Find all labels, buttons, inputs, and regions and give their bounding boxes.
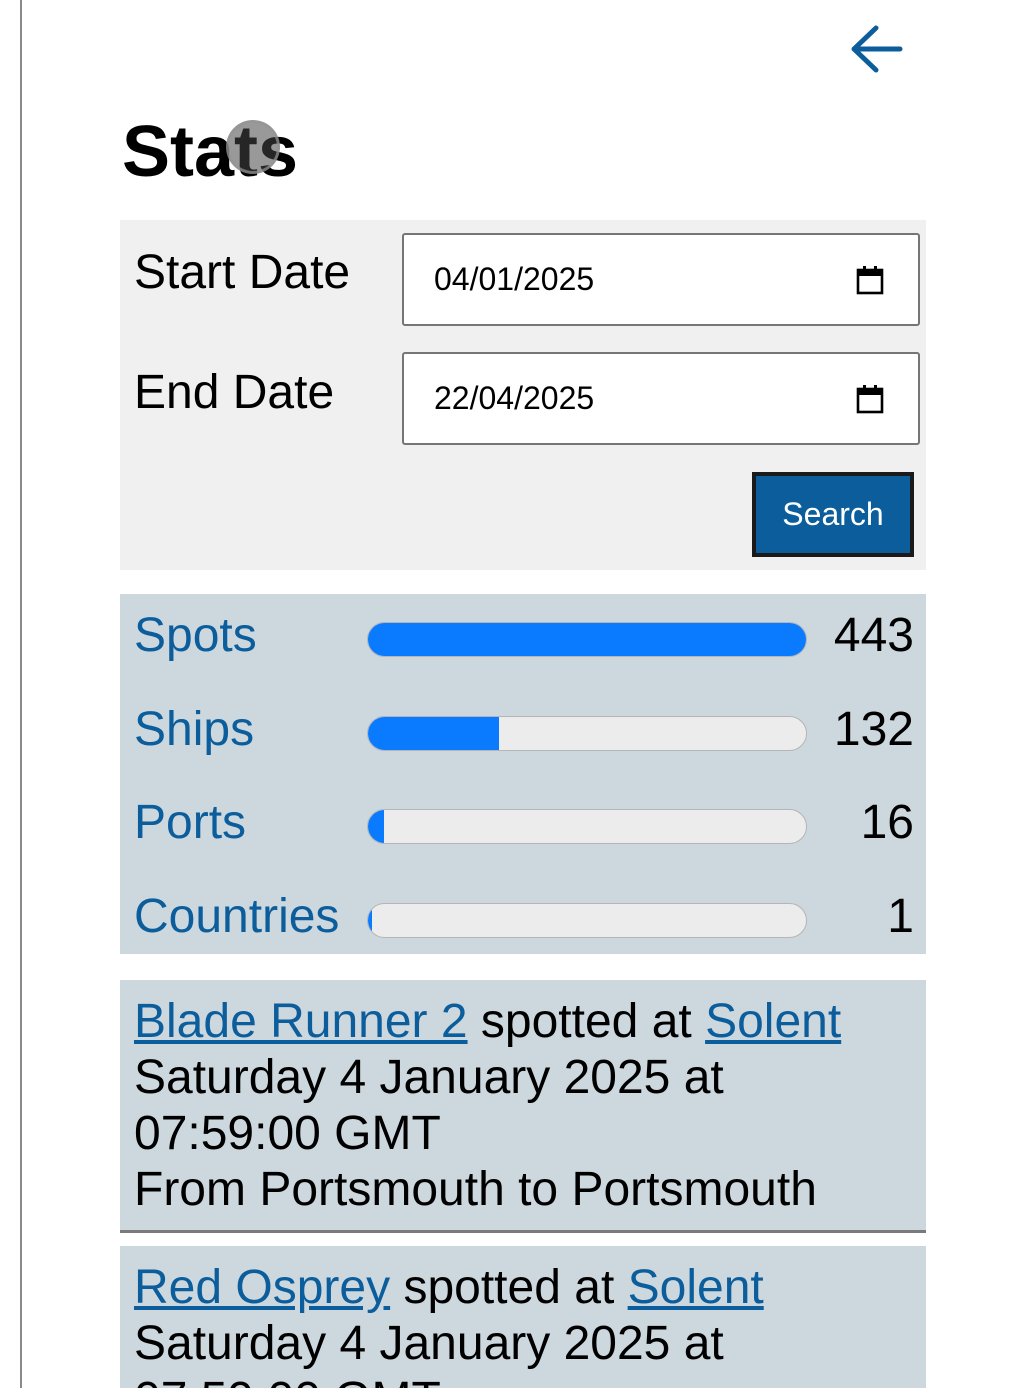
spot-headline: Blade Runner 2 spotted at Solent: [134, 994, 912, 1050]
stat-bar-spots: [367, 622, 807, 657]
back-button[interactable]: [840, 14, 910, 84]
stat-value-ships: 132: [833, 703, 914, 756]
left-border: [20, 0, 22, 1388]
calendar-icon[interactable]: [840, 265, 900, 295]
stat-bar-ships: [367, 716, 807, 751]
date-filter-panel: Start Date 04/01/2025 End Date 22/04/202…: [120, 220, 926, 570]
spot-headline: Red Osprey spotted at Solent: [134, 1260, 912, 1316]
search-button[interactable]: Search: [752, 472, 914, 557]
spot-route: From Portsmouth to Portsmouth: [134, 1163, 817, 1216]
stat-bar-fill: [368, 717, 499, 750]
spot-time: 07:59:00 GMT: [134, 1107, 441, 1160]
stats-page: Stats Start Date 04/01/2025 End Date 22/…: [0, 0, 1020, 1388]
stat-bar-ports: [367, 809, 807, 844]
stat-bar-fill: [368, 810, 384, 843]
end-date-value: 22/04/2025: [434, 380, 595, 416]
stat-value-ports: 16: [860, 796, 914, 849]
stat-label-ships[interactable]: Ships: [134, 702, 254, 758]
stat-bar-countries: [367, 903, 807, 938]
stat-bar-fill: [368, 904, 372, 937]
spot-date: Saturday 4 January 2025 at: [134, 1317, 724, 1370]
stat-row-spots: Spots 443: [120, 600, 926, 670]
stat-bar-fill: [368, 623, 806, 656]
spot-card: Red Osprey spotted at Solent Saturday 4 …: [120, 1246, 926, 1388]
spot-card: Blade Runner 2 spotted at Solent Saturda…: [120, 980, 926, 1233]
stat-label-spots[interactable]: Spots: [134, 608, 257, 664]
spot-time: 07:59:00 GMT: [134, 1372, 912, 1388]
spot-connector: spotted at: [403, 1261, 615, 1314]
start-date-label: Start Date: [134, 246, 351, 299]
stat-row-ships: Ships 132: [120, 694, 926, 764]
location-link[interactable]: Solent: [628, 1261, 764, 1314]
stat-value-countries: 1: [887, 890, 914, 943]
stat-label-ports[interactable]: Ports: [134, 795, 246, 851]
start-date-input[interactable]: 04/01/2025: [402, 233, 920, 326]
ship-link[interactable]: Blade Runner 2: [134, 995, 468, 1048]
stat-value-spots: 443: [833, 609, 914, 662]
stat-label-countries[interactable]: Countries: [134, 889, 339, 945]
calendar-icon[interactable]: [840, 384, 900, 414]
stat-row-ports: Ports 16: [120, 787, 926, 857]
spot-connector: spotted at: [480, 995, 692, 1048]
spot-date: Saturday 4 January 2025 at: [134, 1051, 724, 1104]
end-date-label: End Date: [134, 366, 335, 419]
location-link[interactable]: Solent: [705, 995, 841, 1048]
stat-row-countries: Countries 1: [120, 881, 926, 951]
stats-panel: Spots 443 Ships 132 Ports 16 Countries 1: [120, 594, 926, 954]
start-date-value: 04/01/2025: [434, 261, 595, 297]
touch-indicator: [226, 120, 280, 174]
ship-link[interactable]: Red Osprey: [134, 1261, 390, 1314]
arrow-left-icon: [851, 25, 903, 73]
end-date-input[interactable]: 22/04/2025: [402, 352, 920, 445]
